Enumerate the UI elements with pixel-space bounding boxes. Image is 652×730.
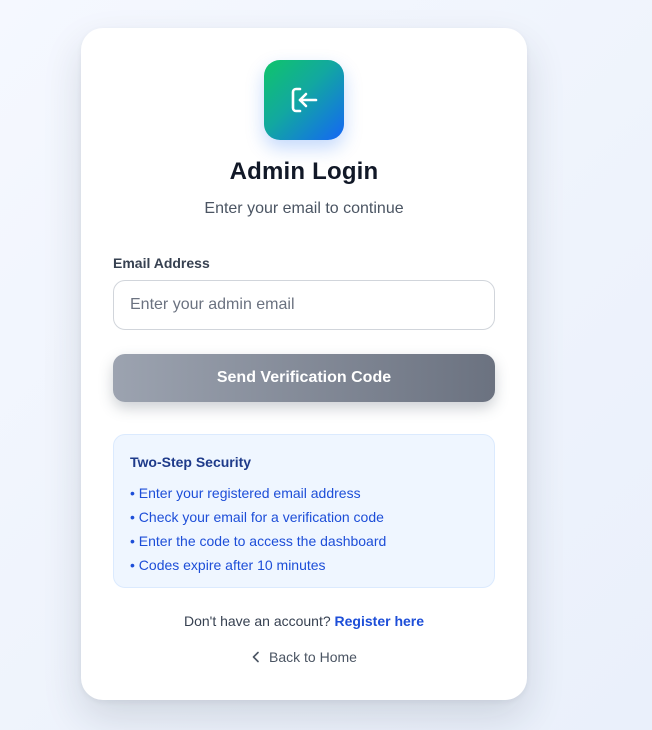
login-logo bbox=[264, 60, 344, 140]
email-field[interactable] bbox=[113, 280, 495, 330]
security-info-box: Two-Step Security • Enter your registere… bbox=[113, 434, 495, 588]
back-to-home-label: Back to Home bbox=[269, 649, 357, 665]
register-prompt: Don't have an account? bbox=[183, 613, 335, 629]
info-list: • Enter your registered email address • … bbox=[130, 481, 478, 577]
login-card: Admin Login Enter your email to continue… bbox=[81, 28, 527, 700]
send-verification-code-button[interactable]: Send Verification Code bbox=[113, 354, 495, 402]
register-row: Don't have an account? Register here bbox=[81, 613, 527, 629]
info-item: • Codes expire after 10 minutes bbox=[130, 557, 326, 573]
back-to-home-link[interactable]: Back to Home bbox=[81, 649, 527, 665]
info-title: Two-Step Security bbox=[130, 454, 252, 470]
login-arrow-icon bbox=[286, 82, 322, 118]
page-title: Admin Login bbox=[229, 158, 379, 185]
email-label: Email Address bbox=[113, 255, 210, 271]
register-link[interactable]: Register here bbox=[335, 613, 424, 629]
info-item: • Check your email for a verification co… bbox=[130, 509, 384, 525]
info-item: • Enter the code to access the dashboard bbox=[130, 533, 387, 549]
page-subtitle: Enter your email to continue bbox=[204, 200, 404, 217]
info-item: • Enter your registered email address bbox=[130, 485, 361, 501]
chevron-left-icon bbox=[251, 651, 261, 663]
